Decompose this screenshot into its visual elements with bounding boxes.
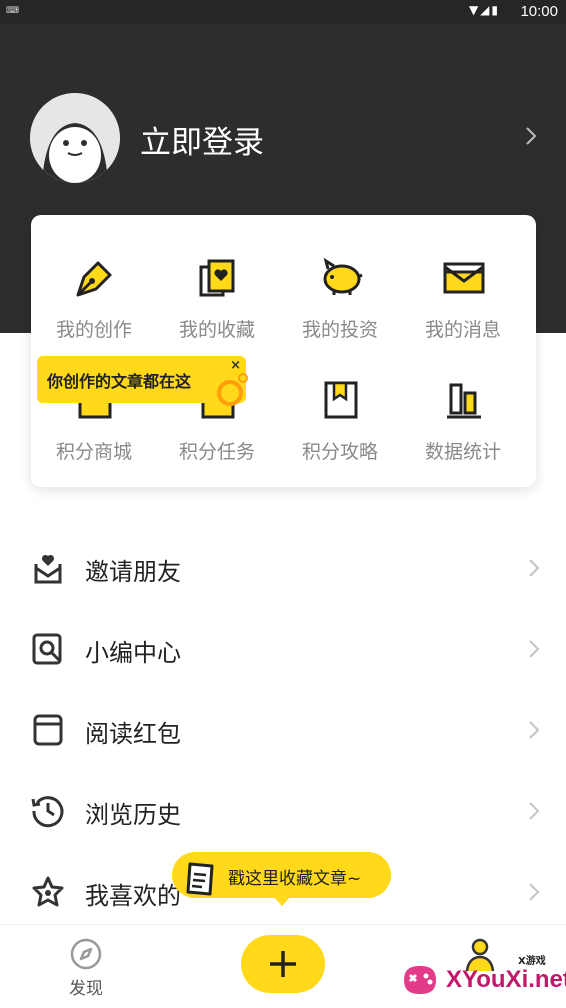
list-label: 邀请朋友: [85, 558, 181, 586]
watermark: X游戏 XYouXi.net: [396, 952, 566, 1006]
watermark-small-text: X游戏: [518, 956, 546, 967]
grid-item-data-statistics[interactable]: 数据统计: [401, 377, 525, 477]
list-label: 浏览历史: [85, 801, 181, 829]
penguin-avatar-icon: [30, 93, 120, 183]
list-item-reading-red-envelope[interactable]: 阅读红包: [0, 692, 566, 772]
compass-icon: [70, 938, 102, 970]
bar-chart-icon: [447, 383, 481, 419]
history-clock-icon: [31, 796, 64, 828]
login-label[interactable]: 立即登录: [140, 117, 264, 162]
tooltip-text: 戳这里收藏文章~: [228, 869, 362, 889]
list-item-editor-center[interactable]: 小编中心: [0, 611, 566, 691]
grid-item-my-investment[interactable]: 我的投资: [278, 255, 402, 355]
piggy-bank-icon: [323, 257, 363, 295]
grid-label: 积分商城: [55, 441, 132, 463]
feature-card: 我的创作 我的收藏 我的投资 我的消息 积分商城 积分任务 积分攻略 数据统计: [31, 215, 536, 487]
envelope-icon: [443, 262, 485, 294]
star-icon: [32, 876, 64, 907]
list-item-invite-friends[interactable]: 邀请朋友: [0, 530, 566, 610]
list-label: 我喜欢的: [85, 882, 181, 910]
grid-item-my-favorites[interactable]: 我的收藏: [155, 255, 279, 355]
chevron-right-icon[interactable]: [524, 125, 538, 147]
editor-search-icon: [32, 633, 62, 665]
chevron-right-icon: [529, 802, 540, 820]
tab-discover[interactable]: 发现: [58, 937, 114, 999]
tab-label: 发现: [69, 979, 103, 999]
tooltip-tail: [273, 896, 291, 906]
chevron-right-icon: [529, 721, 540, 739]
creation-tooltip[interactable]: 你创作的文章都在这 ×: [37, 356, 248, 406]
grid-label: 数据统计: [424, 441, 501, 463]
bookmark-book-icon: [324, 381, 358, 419]
keyboard-icon: ⌨: [6, 6, 19, 16]
highlight-dot-icon: [238, 373, 248, 383]
watermark-text: XYouXi.net: [446, 966, 566, 993]
grid-label: 我的投资: [301, 319, 378, 341]
grid-item-points-guide[interactable]: 积分攻略: [278, 377, 402, 477]
pen-nib-icon: [76, 261, 112, 297]
grid-item-my-messages[interactable]: 我的消息: [401, 255, 525, 355]
grid-label: 我的创作: [55, 319, 132, 341]
grid-label: 我的消息: [424, 319, 501, 341]
note-icon: [186, 862, 214, 896]
grid-label: 我的收藏: [178, 319, 255, 341]
status-time: 10:00: [520, 3, 558, 20]
grid-label: 积分攻略: [301, 441, 378, 463]
gamepad-logo-icon: [404, 966, 436, 994]
list-label: 小编中心: [85, 639, 181, 667]
system-status-icons: ▼◢▮: [468, 3, 500, 17]
list-item-browsing-history[interactable]: 浏览历史: [0, 773, 566, 853]
chevron-right-icon: [529, 883, 540, 901]
close-icon[interactable]: ×: [230, 358, 241, 373]
grid-label: 积分任务: [178, 441, 255, 463]
plus-icon: [270, 951, 296, 977]
tooltip-text: 你创作的文章都在这: [47, 372, 192, 391]
create-post-button[interactable]: [241, 935, 325, 993]
favorite-book-icon: [199, 259, 235, 297]
invite-icon: [34, 554, 62, 584]
chevron-right-icon: [529, 559, 540, 577]
list-label: 阅读红包: [85, 720, 181, 748]
avatar[interactable]: [30, 93, 120, 183]
grid-item-my-creation[interactable]: 我的创作: [32, 255, 156, 355]
red-envelope-icon: [33, 714, 63, 746]
chevron-right-icon: [529, 640, 540, 658]
highlight-ring-icon: [217, 380, 243, 406]
status-bar: ⌨ ▼◢▮ 10:00: [0, 0, 566, 24]
favorites-tooltip[interactable]: 戳这里收藏文章~: [172, 852, 391, 906]
